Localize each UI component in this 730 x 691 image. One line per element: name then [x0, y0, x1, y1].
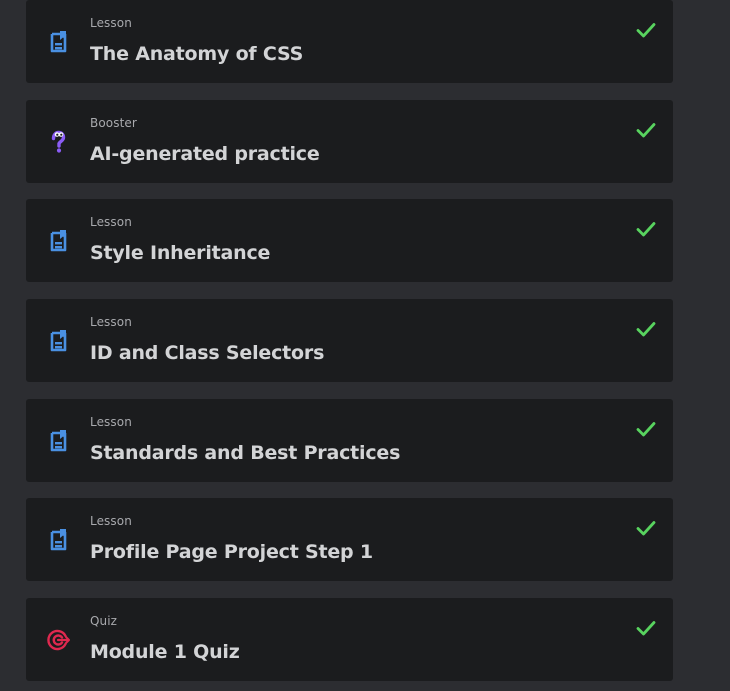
- completed-check-icon: [634, 317, 658, 341]
- lesson-item-profile-page-project-step-1[interactable]: Lesson Profile Page Project Step 1: [26, 498, 673, 581]
- item-type-label: Lesson: [90, 16, 132, 30]
- lesson-document-icon: [43, 27, 73, 57]
- item-title: Style Inheritance: [90, 242, 271, 264]
- module-lesson-list: Lesson The Anatomy of CSS Booster AI-gen…: [0, 0, 730, 691]
- completed-check-icon: [634, 417, 658, 441]
- lesson-document-icon: [43, 326, 73, 356]
- completed-check-icon: [634, 18, 658, 42]
- item-type-label: Quiz: [90, 614, 118, 628]
- booster-question-icon: [43, 127, 73, 157]
- lesson-item-id-and-class-selectors[interactable]: Lesson ID and Class Selectors: [26, 299, 673, 382]
- lesson-document-icon: [43, 525, 73, 555]
- completed-check-icon: [634, 217, 658, 241]
- item-title: AI-generated practice: [90, 143, 320, 165]
- lesson-document-icon: [43, 226, 73, 256]
- item-type-label: Lesson: [90, 215, 132, 229]
- lesson-document-icon: [43, 426, 73, 456]
- completed-check-icon: [634, 118, 658, 142]
- item-title: Profile Page Project Step 1: [90, 541, 373, 563]
- lesson-item-style-inheritance[interactable]: Lesson Style Inheritance: [26, 199, 673, 282]
- quiz-target-icon: [43, 625, 73, 655]
- quiz-item-module-1-quiz[interactable]: Quiz Module 1 Quiz: [26, 598, 673, 681]
- item-title: Module 1 Quiz: [90, 641, 240, 663]
- lesson-item-standards-and-best-practices[interactable]: Lesson Standards and Best Practices: [26, 399, 673, 482]
- item-type-label: Lesson: [90, 315, 132, 329]
- item-type-label: Booster: [90, 116, 137, 130]
- item-title: ID and Class Selectors: [90, 342, 325, 364]
- booster-item-ai-generated-practice[interactable]: Booster AI-generated practice: [26, 100, 673, 183]
- item-title: The Anatomy of CSS: [90, 43, 304, 65]
- completed-check-icon: [634, 616, 658, 640]
- item-title: Standards and Best Practices: [90, 442, 401, 464]
- completed-check-icon: [634, 516, 658, 540]
- lesson-item-anatomy-of-css[interactable]: Lesson The Anatomy of CSS: [26, 0, 673, 83]
- item-type-label: Lesson: [90, 415, 132, 429]
- item-type-label: Lesson: [90, 514, 132, 528]
